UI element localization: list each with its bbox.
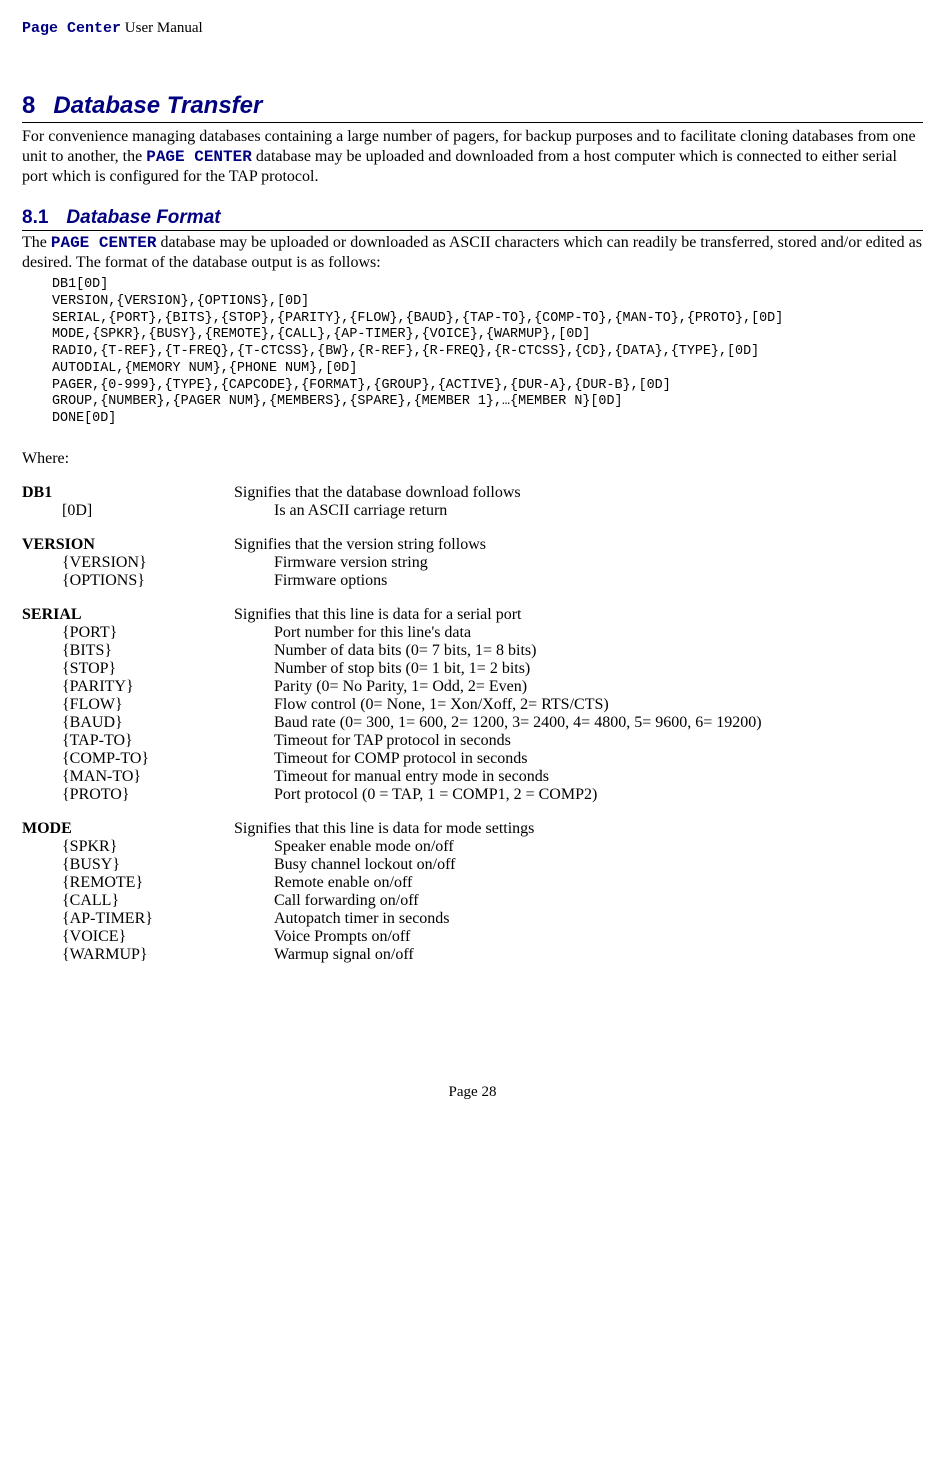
def-text: Firmware version string	[274, 554, 923, 572]
def-row: {STOP} Number of stop bits (0= 1 bit, 1=…	[22, 660, 923, 678]
def-text: Signifies that the database download fol…	[234, 484, 923, 502]
def-text: Timeout for TAP protocol in seconds	[274, 732, 923, 750]
section-paragraph: For convenience managing databases conta…	[22, 127, 923, 187]
sub-para-after: database may be uploaded or downloaded a…	[22, 234, 922, 271]
def-text: Timeout for manual entry mode in seconds	[274, 768, 923, 786]
def-row: {CALL} Call forwarding on/off	[22, 892, 923, 910]
def-row: {PARITY} Parity (0= No Parity, 1= Odd, 2…	[22, 678, 923, 696]
section-title: Database Transfer	[53, 92, 262, 119]
def-term: {PORT}	[22, 624, 274, 642]
def-text: Timeout for COMP protocol in seconds	[274, 750, 923, 768]
def-term: {VOICE}	[22, 928, 274, 946]
def-row: {SPKR} Speaker enable mode on/off	[22, 838, 923, 856]
def-term: {STOP}	[22, 660, 274, 678]
section-heading: 8 Database Transfer	[22, 92, 923, 123]
def-row: {BUSY} Busy channel lockout on/off	[22, 856, 923, 874]
def-row: {WARMUP} Warmup signal on/off	[22, 946, 923, 964]
doc-header: Page Center User Manual	[22, 20, 923, 37]
inline-code-page-center: PAGE CENTER	[146, 148, 252, 166]
def-term: {BAUD}	[22, 714, 274, 732]
def-row: SERIAL Signifies that this line is data …	[22, 606, 923, 624]
def-text: Port protocol (0 = TAP, 1 = COMP1, 2 = C…	[274, 786, 923, 804]
subsection-heading: 8.1 Database Format	[22, 207, 923, 231]
def-row: MODE Signifies that this line is data fo…	[22, 820, 923, 838]
def-term: {BUSY}	[22, 856, 274, 874]
def-text: Signifies that the version string follow…	[234, 536, 923, 554]
def-text: Flow control (0= None, 1= Xon/Xoff, 2= R…	[274, 696, 923, 714]
def-row: {REMOTE} Remote enable on/off	[22, 874, 923, 892]
def-term: {MAN-TO}	[22, 768, 274, 786]
def-term: {CALL}	[22, 892, 274, 910]
def-term: {PROTO}	[22, 786, 274, 804]
def-term: DB1	[22, 484, 234, 502]
def-term: {SPKR}	[22, 838, 274, 856]
def-term: {REMOTE}	[22, 874, 274, 892]
def-text: Voice Prompts on/off	[274, 928, 923, 946]
def-row: {FLOW} Flow control (0= None, 1= Xon/Xof…	[22, 696, 923, 714]
def-text: Call forwarding on/off	[274, 892, 923, 910]
code-block: DB1[0D] VERSION,{VERSION},{OPTIONS},[0D]…	[52, 277, 923, 428]
inline-code-page-center2: PAGE CENTER	[51, 234, 157, 252]
def-row: VERSION Signifies that the version strin…	[22, 536, 923, 554]
sub-para-before: The	[22, 234, 51, 251]
def-row: {OPTIONS} Firmware options	[22, 572, 923, 590]
def-row: {PORT} Port number for this line's data	[22, 624, 923, 642]
def-text: Number of stop bits (0= 1 bit, 1= 2 bits…	[274, 660, 923, 678]
def-term: {FLOW}	[22, 696, 274, 714]
def-row: [0D] Is an ASCII carriage return	[22, 502, 923, 520]
def-text: Signifies that this line is data for mod…	[234, 820, 923, 838]
def-row: {MAN-TO} Timeout for manual entry mode i…	[22, 768, 923, 786]
def-row: {BITS} Number of data bits (0= 7 bits, 1…	[22, 642, 923, 660]
def-term: MODE	[22, 820, 234, 838]
subsection-number: 8.1	[22, 207, 48, 228]
def-text: Is an ASCII carriage return	[274, 502, 923, 520]
def-row: {VOICE} Voice Prompts on/off	[22, 928, 923, 946]
definition-list: DB1 Signifies that the database download…	[22, 484, 923, 964]
def-text: Number of data bits (0= 7 bits, 1= 8 bit…	[274, 642, 923, 660]
def-row: DB1 Signifies that the database download…	[22, 484, 923, 502]
def-text: Remote enable on/off	[274, 874, 923, 892]
def-text: Parity (0= No Parity, 1= Odd, 2= Even)	[274, 678, 923, 696]
def-term: {TAP-TO}	[22, 732, 274, 750]
header-suffix: User Manual	[121, 20, 203, 36]
def-row: {TAP-TO} Timeout for TAP protocol in sec…	[22, 732, 923, 750]
def-term: {WARMUP}	[22, 946, 274, 964]
def-text: Autopatch timer in seconds	[274, 910, 923, 928]
def-text: Firmware options	[274, 572, 923, 590]
def-term: {OPTIONS}	[22, 572, 274, 590]
def-term: [0D]	[22, 502, 274, 520]
def-term: {VERSION}	[22, 554, 274, 572]
def-term: SERIAL	[22, 606, 234, 624]
where-label: Where:	[22, 450, 923, 468]
subsection-title: Database Format	[66, 207, 220, 228]
header-product: Page Center	[22, 20, 121, 37]
def-term: {COMP-TO}	[22, 750, 274, 768]
def-row: {BAUD} Baud rate (0= 300, 1= 600, 2= 120…	[22, 714, 923, 732]
def-text: Speaker enable mode on/off	[274, 838, 923, 856]
def-term: {BITS}	[22, 642, 274, 660]
def-text: Busy channel lockout on/off	[274, 856, 923, 874]
def-text: Warmup signal on/off	[274, 946, 923, 964]
def-row: {AP-TIMER} Autopatch timer in seconds	[22, 910, 923, 928]
section-number: 8	[22, 92, 35, 119]
def-term: VERSION	[22, 536, 234, 554]
def-term: {PARITY}	[22, 678, 274, 696]
def-row: {VERSION} Firmware version string	[22, 554, 923, 572]
def-row: {COMP-TO} Timeout for COMP protocol in s…	[22, 750, 923, 768]
def-term: {AP-TIMER}	[22, 910, 274, 928]
def-row: {PROTO} Port protocol (0 = TAP, 1 = COMP…	[22, 786, 923, 804]
def-text: Port number for this line's data	[274, 624, 923, 642]
subsection-paragraph: The PAGE CENTER database may be uploaded…	[22, 233, 923, 273]
page-footer: Page 28	[22, 1084, 923, 1101]
def-text: Signifies that this line is data for a s…	[234, 606, 923, 624]
def-text: Baud rate (0= 300, 1= 600, 2= 1200, 3= 2…	[274, 714, 923, 732]
